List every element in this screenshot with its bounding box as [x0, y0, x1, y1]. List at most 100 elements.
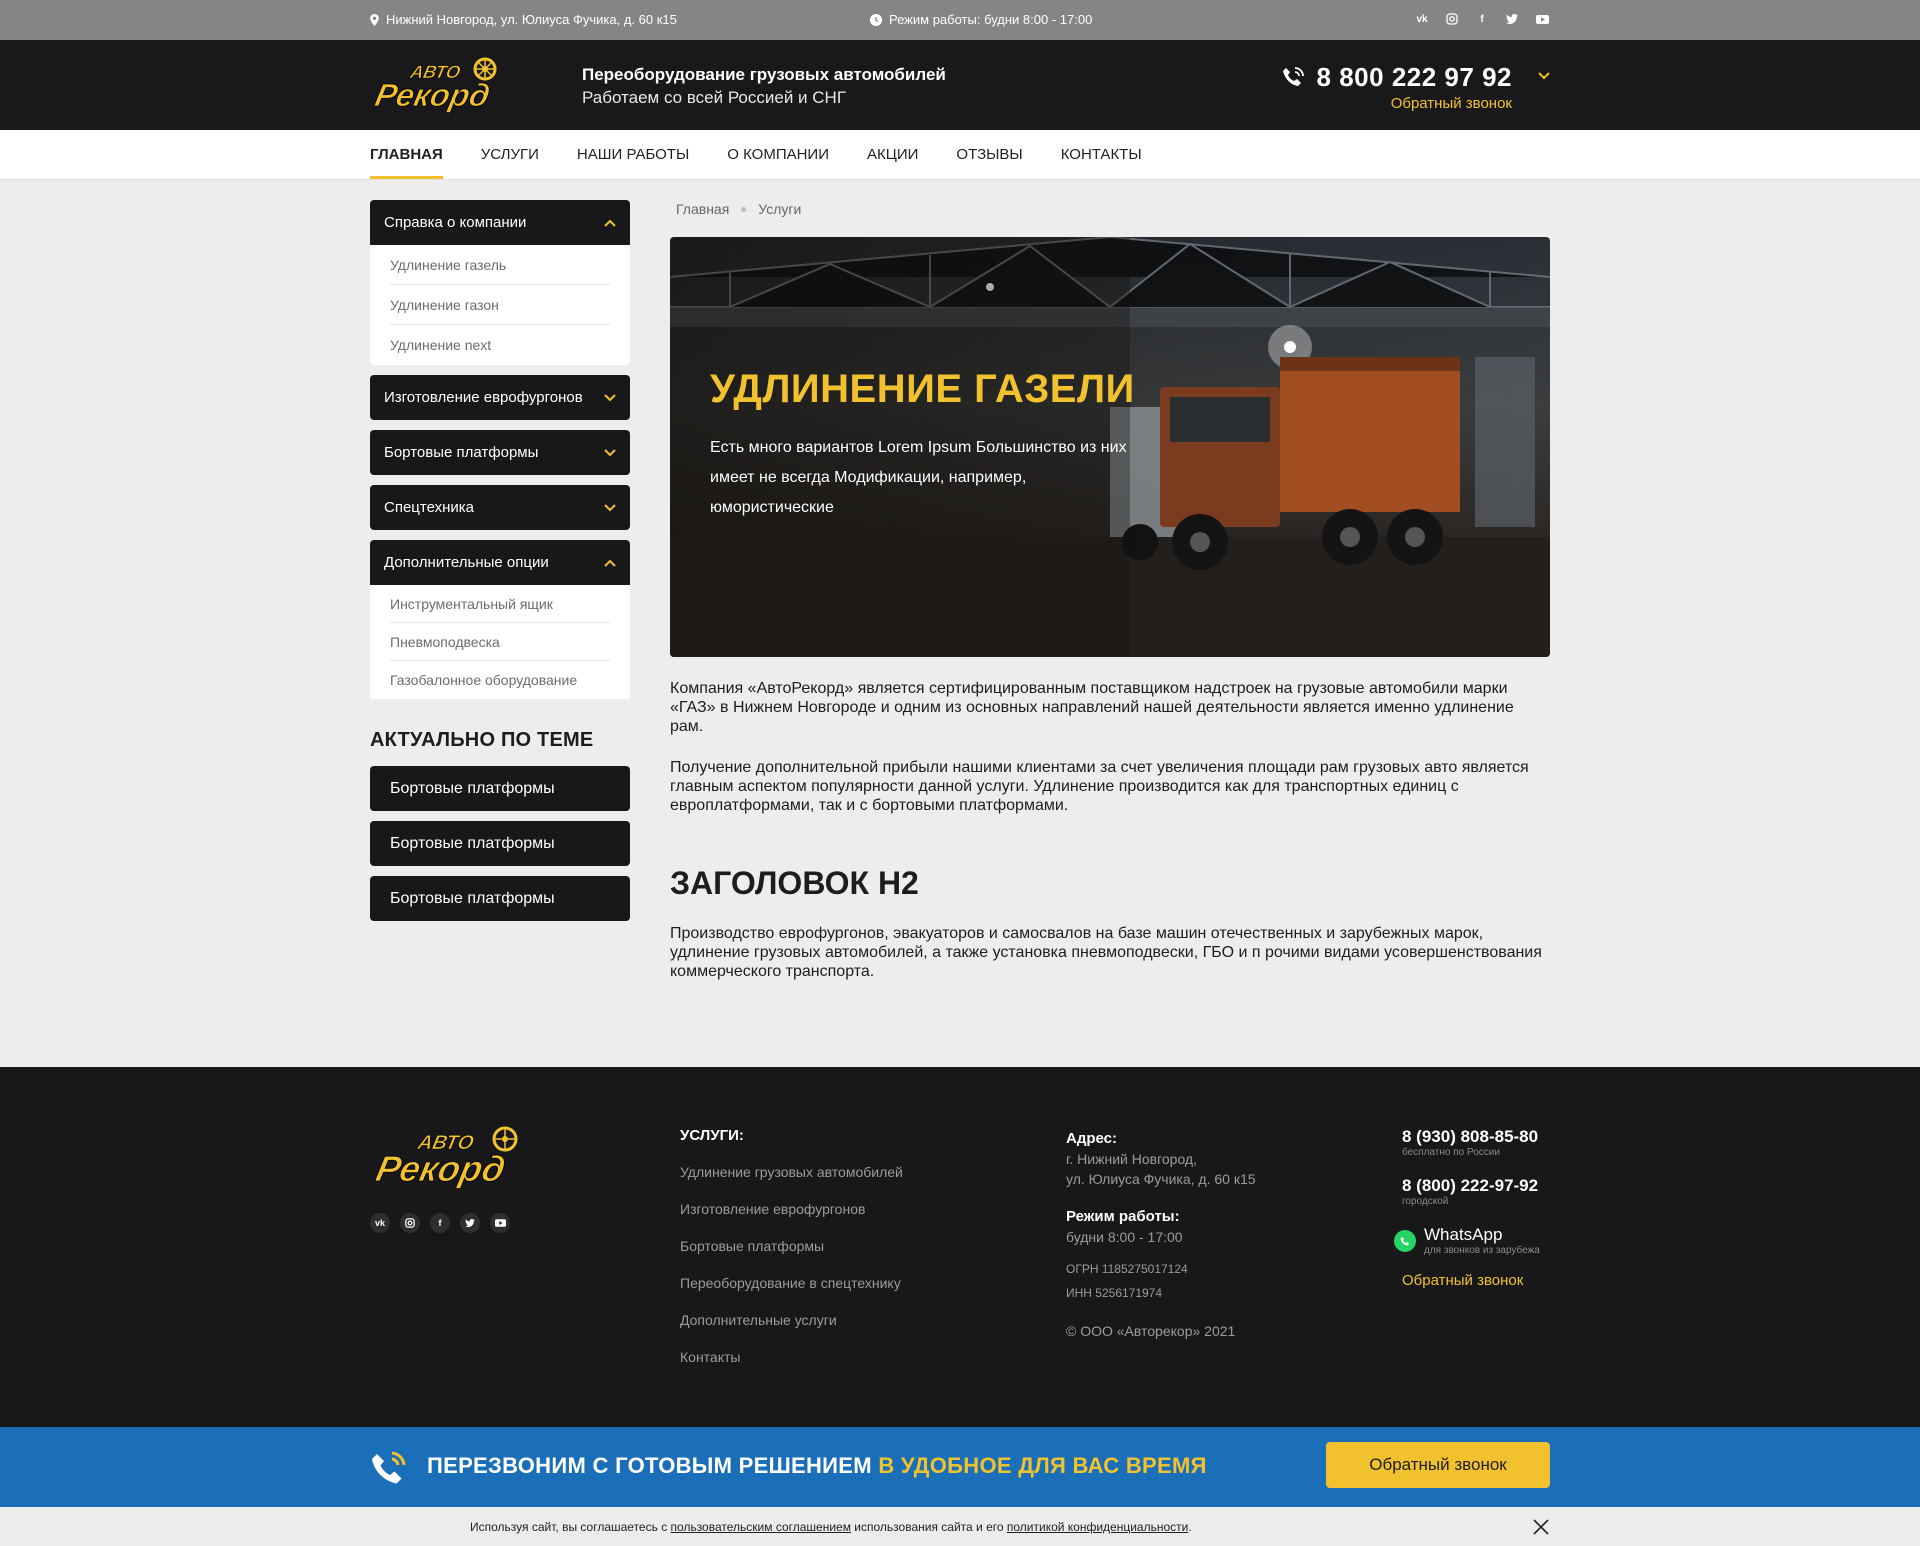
- footer-service-link[interactable]: Дополнительные услуги: [680, 1312, 903, 1349]
- phone-ringing-icon: [372, 1451, 406, 1484]
- topbar-address: Нижний Новгород, ул. Юлиуса Фучика, д. 6…: [370, 12, 677, 27]
- related-button[interactable]: Бортовые платформы: [370, 821, 630, 866]
- footer-copyright: © ООО «Авторекор» 2021: [1066, 1323, 1236, 1339]
- youtube-icon[interactable]: [490, 1213, 510, 1233]
- footer-phone-2[interactable]: 8 (800) 222-97-92: [1402, 1176, 1540, 1196]
- callback-banner-text: ПЕРЕЗВОНИМ С ГОТОВЫМ РЕШЕНИЕМ В УДОБНОЕ …: [427, 1453, 1207, 1479]
- facebook-icon[interactable]: f: [430, 1213, 450, 1233]
- chevron-down-icon: [604, 503, 616, 511]
- footer-service-link[interactable]: Переоборудование в спецтехнику: [680, 1275, 903, 1312]
- footer-services: УСЛУГИ: Удлинение грузовых автомобилей И…: [680, 1127, 903, 1386]
- footer-inn: ИНН 5256171974: [1066, 1286, 1163, 1300]
- accordion-label: Изготовление еврофургонов: [384, 389, 583, 406]
- breadcrumb-home[interactable]: Главная: [676, 201, 729, 217]
- user-agreement-link[interactable]: пользовательским соглашением: [671, 1520, 851, 1534]
- svg-text:Рекорд: Рекорд: [372, 1148, 509, 1189]
- sidebar-link[interactable]: Удлинение next: [390, 325, 610, 365]
- related-title: АКТУАЛЬНО ПО ТЕМЕ: [370, 729, 594, 751]
- facebook-icon[interactable]: f: [1474, 11, 1490, 27]
- whatsapp-note: для звонков из зарубежа: [1424, 1245, 1540, 1256]
- privacy-policy-link[interactable]: политикой конфиденциальности: [1007, 1520, 1188, 1534]
- header-callback-link[interactable]: Обратный звонок: [1317, 95, 1512, 112]
- cookie-text-mid: использования сайта и его: [850, 1520, 1007, 1534]
- nav-item-contacts[interactable]: КОНТАКТЫ: [1061, 130, 1142, 179]
- phone-ringing-icon: [1282, 67, 1304, 86]
- sidebar-link[interactable]: Удлинение газель: [390, 245, 610, 285]
- accordion-company-info[interactable]: Справка о компании: [370, 200, 630, 245]
- sidebar-link[interactable]: Удлинение газон: [390, 285, 610, 325]
- clock-icon: [870, 13, 882, 26]
- chevron-down-icon: [604, 393, 616, 401]
- chevron-down-icon: [604, 448, 616, 456]
- footer-phone-1[interactable]: 8 (930) 808-85-80: [1402, 1127, 1540, 1147]
- sidebar-link[interactable]: Газобалонное оборудование: [390, 661, 610, 699]
- sidebar-link[interactable]: Инструментальный ящик: [390, 585, 610, 623]
- footer-address: Адрес: г. Нижний Новгород, ул. Юлиуса Фу…: [1066, 1129, 1256, 1341]
- article-heading-h2: ЗАГОЛОВОК H2: [670, 865, 919, 901]
- topbar-hours: Режим работы: будни 8:00 - 17:00: [870, 12, 1092, 27]
- chevron-down-icon[interactable]: [1538, 72, 1550, 80]
- related-button[interactable]: Бортовые платформы: [370, 766, 630, 811]
- nav-item-home[interactable]: ГЛАВНАЯ: [370, 130, 443, 179]
- footer-service-link[interactable]: Бортовые платформы: [680, 1238, 903, 1275]
- accordion-special-vehicles[interactable]: Спецтехника: [370, 485, 630, 530]
- chevron-up-icon: [604, 219, 616, 227]
- article-paragraph: Компания «АвтоРекорд» является сертифици…: [670, 680, 1514, 735]
- nav-item-reviews[interactable]: ОТЗЫВЫ: [956, 130, 1022, 179]
- accordion-company-info-body: Удлинение газель Удлинение газон Удлинен…: [370, 245, 630, 365]
- sidebar-link[interactable]: Пневмоподвеска: [390, 623, 610, 661]
- accordion-extra-options-body: Инструментальный ящик Пневмоподвеска Газ…: [370, 585, 630, 699]
- instagram-icon[interactable]: [1444, 11, 1460, 27]
- avtorekord-logo[interactable]: АВТО Рекорд: [370, 56, 498, 116]
- location-pin-icon: [370, 13, 379, 26]
- sidebar: Справка о компании Удлинение газель Удли…: [370, 200, 630, 931]
- youtube-icon[interactable]: [1534, 11, 1550, 27]
- accordion-label: Справка о компании: [384, 214, 527, 231]
- hero-text: Есть много вариантов Lorem Ipsum Большин…: [710, 439, 1127, 516]
- breadcrumb: Главная Услуги: [670, 200, 1550, 218]
- accordion-extra-options[interactable]: Дополнительные опции: [370, 540, 630, 585]
- footer-service-link[interactable]: Контакты: [680, 1349, 903, 1386]
- footer-services-title: УСЛУГИ:: [680, 1127, 744, 1144]
- nav-item-works[interactable]: НАШИ РАБОТЫ: [577, 130, 689, 179]
- footer-service-link[interactable]: Удлинение грузовых автомобилей: [680, 1164, 903, 1201]
- footer-phone-2-note: городской: [1402, 1196, 1449, 1207]
- footer-address-label: Адрес:: [1066, 1130, 1117, 1147]
- vk-icon[interactable]: vk: [1414, 11, 1430, 27]
- header-tagline: Переоборудование грузовых автомобилей Ра…: [582, 65, 946, 108]
- footer-callback-link[interactable]: Обратный звонок: [1402, 1272, 1540, 1289]
- breadcrumb-current[interactable]: Услуги: [758, 201, 801, 217]
- cookie-notice: Используя сайт, вы соглашаетесь с пользо…: [0, 1507, 1920, 1546]
- site-header: АВТО Рекорд Переоборудование грузовых ав…: [0, 40, 1920, 130]
- footer-logo[interactable]: АВТО Рекорд: [370, 1125, 520, 1189]
- accordion-label: Бортовые платформы: [384, 444, 539, 461]
- footer-socials: vk f: [370, 1213, 510, 1233]
- callback-button[interactable]: Обратный звонок: [1326, 1442, 1550, 1488]
- vk-icon[interactable]: vk: [370, 1213, 390, 1233]
- article-paragraph: Получение дополнительной прибыли нашими …: [670, 759, 1529, 814]
- header-phone-number[interactable]: 8 800 222 97 92: [1317, 62, 1512, 93]
- accordion-eurovans[interactable]: Изготовление еврофургонов: [370, 375, 630, 420]
- site-footer: АВТО Рекорд vk f УСЛУГИ: Удлинение грузо…: [0, 1067, 1920, 1427]
- topbar-socials: vk f: [1414, 11, 1550, 27]
- topbar-hours-text: Режим работы: будни 8:00 - 17:00: [889, 12, 1093, 27]
- whatsapp-icon: [1394, 1229, 1416, 1252]
- callback-banner: ПЕРЕЗВОНИМ С ГОТОВЫМ РЕШЕНИЕМ В УДОБНОЕ …: [0, 1427, 1920, 1507]
- footer-service-link[interactable]: Изготовление еврофургонов: [680, 1201, 903, 1238]
- accordion-flatbeds[interactable]: Бортовые платформы: [370, 430, 630, 475]
- related-button[interactable]: Бортовые платформы: [370, 876, 630, 921]
- twitter-icon[interactable]: [1504, 11, 1520, 27]
- twitter-icon[interactable]: [460, 1213, 480, 1233]
- article-body: Компания «АвтоРекорд» является сертифици…: [670, 679, 1550, 981]
- cookie-text: Используя сайт, вы соглашаетесь с пользо…: [470, 1520, 1192, 1534]
- main-nav: ГЛАВНАЯ УСЛУГИ НАШИ РАБОТЫ О КОМПАНИИ АК…: [0, 130, 1920, 180]
- accordion-label: Спецтехника: [384, 499, 474, 516]
- nav-item-promos[interactable]: АКЦИИ: [867, 130, 918, 179]
- footer-contacts: 8 (930) 808-85-80 бесплатно по России 8 …: [1394, 1127, 1540, 1289]
- top-info-bar: Нижний Новгород, ул. Юлиуса Фучика, д. 6…: [0, 0, 1920, 40]
- footer-whatsapp[interactable]: WhatsApp для звонков из зарубежа: [1394, 1225, 1540, 1256]
- nav-item-services[interactable]: УСЛУГИ: [481, 130, 539, 179]
- nav-item-about[interactable]: О КОМПАНИИ: [727, 130, 829, 179]
- instagram-icon[interactable]: [400, 1213, 420, 1233]
- close-icon[interactable]: [1532, 1518, 1550, 1536]
